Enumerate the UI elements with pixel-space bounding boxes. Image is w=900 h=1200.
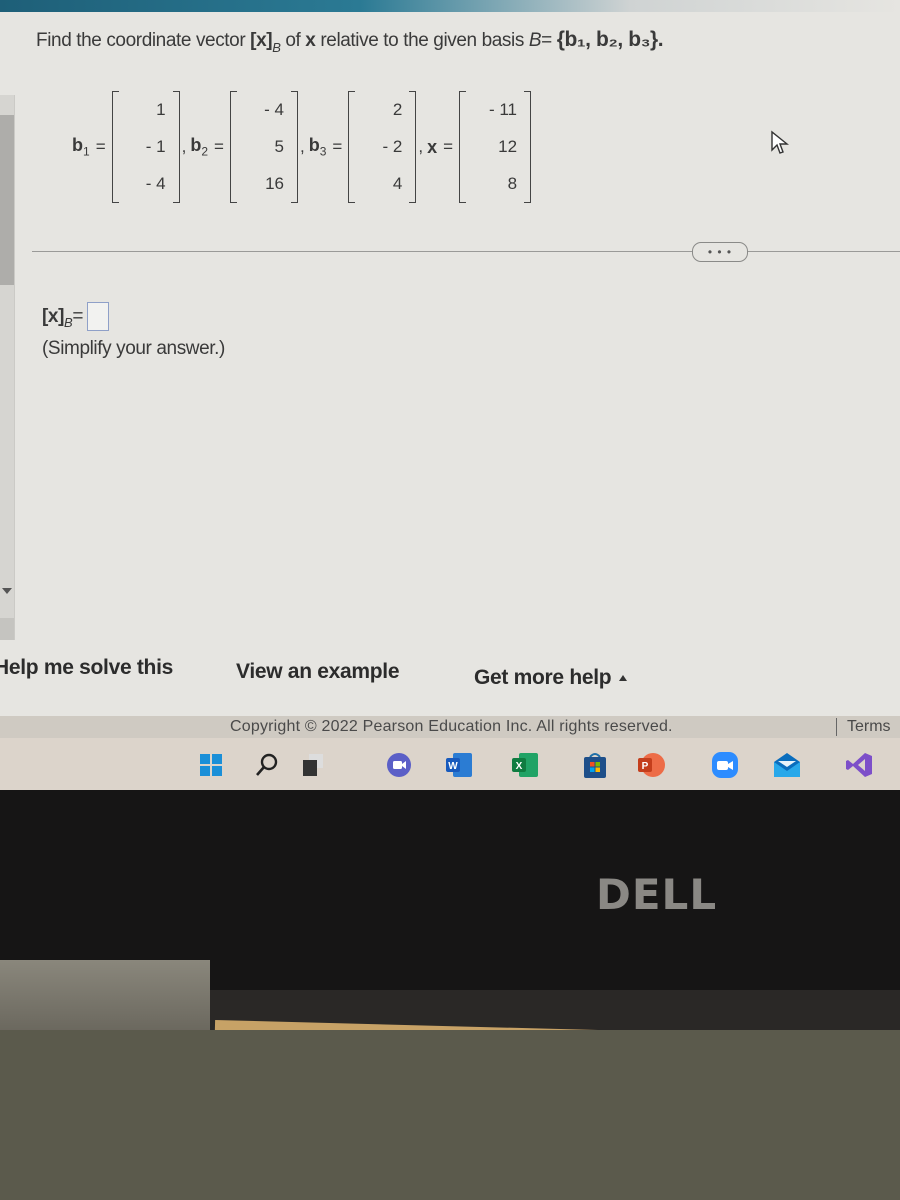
b2-entry: - 4: [264, 99, 284, 119]
top-bar: [0, 0, 900, 12]
basis-name: B: [528, 30, 542, 51]
x-bold: x: [305, 30, 316, 51]
vector-label-b1: b1: [72, 135, 90, 159]
expand-more-button[interactable]: • • •: [692, 242, 748, 262]
scrollbar[interactable]: [0, 95, 15, 640]
vector-b1: 1 - 1 - 4: [111, 91, 180, 203]
question-prefix: Find the coordinate vector: [36, 30, 251, 51]
answer-row: [x] B =: [42, 302, 110, 331]
b3-entry: 2: [392, 99, 403, 119]
svg-text:P: P: [642, 761, 649, 772]
basis-set: {b₁, b₂, b₃}.: [556, 28, 664, 51]
search-icon[interactable]: [252, 750, 282, 780]
b1-entry: 1: [156, 99, 166, 119]
visual-studio-icon[interactable]: [844, 750, 874, 780]
mail-icon[interactable]: [772, 750, 802, 780]
vector-label-b2: b2: [190, 135, 209, 159]
windows-start-icon[interactable]: [196, 750, 226, 780]
question-middle: of: [280, 30, 306, 51]
word-icon[interactable]: W: [444, 750, 474, 780]
powerpoint-icon[interactable]: P: [636, 750, 666, 780]
answer-label: [x]: [42, 305, 65, 327]
vector-b2: - 4 5 16: [229, 91, 298, 203]
x-entry: 12: [498, 136, 518, 156]
answer-input[interactable]: [87, 302, 110, 331]
get-more-help-link[interactable]: Get more help: [474, 666, 628, 690]
vector-label-x: x: [427, 136, 438, 157]
desk-surface: [0, 1030, 900, 1200]
x-entry: - 11: [488, 99, 518, 119]
vector-x: - 11 12 8: [459, 91, 532, 203]
basis-eq: =: [541, 30, 557, 51]
answer-subscript: B: [64, 315, 73, 330]
question-text: Find the coordinate vector [x]B of x rel…: [36, 28, 664, 55]
vector-b3: 2 - 2 4: [348, 91, 417, 203]
b1-entry: - 4: [145, 174, 166, 194]
task-view-icon[interactable]: [298, 750, 328, 780]
svg-text:W: W: [448, 761, 458, 772]
b3-entry: - 2: [382, 136, 403, 156]
b2-entry: 5: [274, 136, 284, 156]
mouse-cursor-icon: [771, 130, 789, 154]
scroll-footer: [0, 618, 14, 640]
answer-equals: =: [72, 305, 84, 327]
copyright-text: Copyright © 2022 Pearson Education Inc. …: [230, 718, 673, 735]
microsoft-store-icon[interactable]: [580, 750, 610, 780]
vector-label-b3: b3: [308, 135, 327, 159]
caret-up-icon: [619, 675, 628, 682]
help-bar: Help me solve this View an example Get m…: [0, 654, 900, 694]
excel-icon[interactable]: X: [510, 750, 540, 780]
scroll-down-arrow-icon[interactable]: [2, 588, 12, 594]
footer: Copyright © 2022 Pearson Education Inc. …: [0, 716, 900, 738]
x-entry: 8: [507, 174, 518, 194]
terms-link[interactable]: Terms: [836, 718, 891, 736]
view-example-link[interactable]: View an example: [236, 660, 400, 684]
simplify-hint: (Simplify your answer.): [42, 338, 225, 359]
b2-entry: 16: [265, 174, 284, 194]
section-divider: [32, 251, 900, 252]
zoom-icon[interactable]: [710, 750, 740, 780]
svg-text:X: X: [516, 761, 523, 772]
dell-logo: DELL: [596, 870, 718, 919]
windows-taskbar: W X P: [0, 738, 900, 790]
xb-subscript: B: [272, 40, 281, 55]
teams-chat-icon[interactable]: [384, 750, 414, 780]
help-me-solve-link[interactable]: Help me solve this: [0, 656, 173, 680]
b1-entry: - 1: [145, 136, 166, 156]
b3-entry: 4: [392, 174, 403, 194]
browser-screen: Find the coordinate vector [x]B of x rel…: [0, 0, 900, 790]
question-suffix: relative to the given basis: [315, 30, 529, 51]
scroll-thumb[interactable]: [0, 115, 14, 285]
xb-bracket: [x]: [250, 30, 273, 51]
vectors-row: b1 = 1 - 1 - 4 , b2 = - 4 5 16 , b3 = 2 - 2…: [72, 88, 532, 206]
